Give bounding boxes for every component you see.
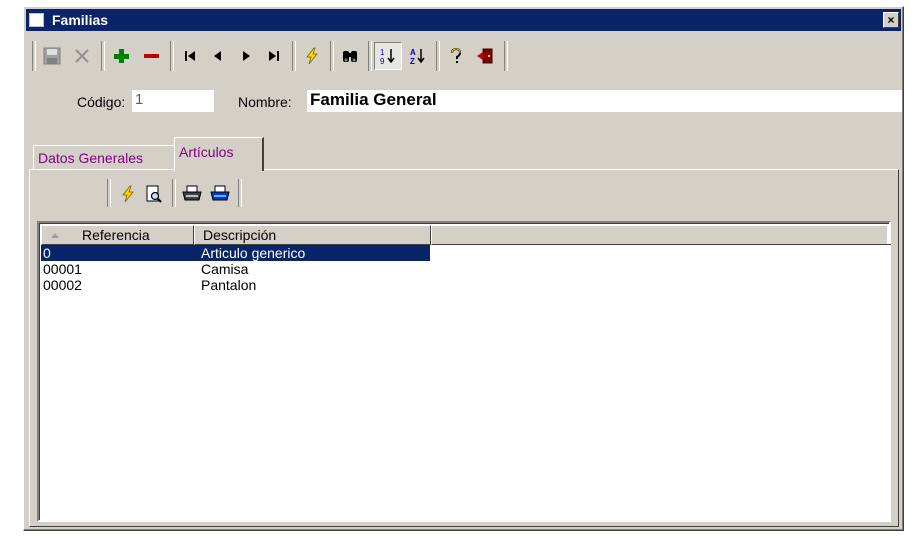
- next-record-button[interactable]: [232, 42, 260, 70]
- cell-descripcion: Camisa: [201, 261, 249, 277]
- print-setup-button[interactable]: [206, 180, 234, 208]
- previous-record-button[interactable]: [204, 42, 232, 70]
- cell-referencia: 00002: [43, 277, 82, 293]
- svg-text:1: 1: [380, 48, 385, 57]
- sort-ascending-icon: [51, 233, 59, 238]
- printer-color-icon: [210, 185, 230, 201]
- lightning-icon: [122, 185, 134, 203]
- sort-alpha-button[interactable]: A Z: [404, 42, 432, 70]
- articulos-list[interactable]: Referencia Descripción 0 Articulo generi…: [37, 221, 891, 522]
- last-record-button[interactable]: [260, 42, 288, 70]
- column-label: Referencia: [82, 227, 150, 243]
- main-toolbar: 1 9 A Z: [26, 33, 901, 79]
- lightning-icon: [306, 47, 318, 65]
- toolbar-separator: [170, 41, 174, 71]
- sort-numeric-button[interactable]: 1 9: [374, 42, 402, 70]
- window-title: Familias: [52, 12, 109, 28]
- column-label: Descripción: [203, 227, 277, 243]
- title-bar[interactable]: Familias ×: [26, 9, 901, 31]
- first-record-icon: [185, 51, 195, 61]
- toolbar-separator: [32, 41, 36, 71]
- codigo-label: Código:: [77, 94, 126, 110]
- sort-alpha-icon: A Z: [410, 48, 425, 66]
- save-icon: [43, 47, 61, 65]
- toolbar-separator: [107, 179, 111, 207]
- toolbar-separator: [436, 41, 440, 71]
- first-record-button[interactable]: [176, 42, 204, 70]
- column-header-empty: [431, 225, 891, 245]
- help-button[interactable]: [442, 42, 470, 70]
- binoculars-icon: [343, 51, 357, 62]
- svg-text:9: 9: [380, 57, 385, 66]
- tab-articulos[interactable]: Artículos: [174, 137, 264, 171]
- svg-text:Z: Z: [410, 57, 415, 66]
- toolbar-separator: [101, 41, 105, 71]
- codigo-field[interactable]: 1: [132, 90, 214, 112]
- column-header-descripcion[interactable]: Descripción: [194, 225, 431, 245]
- lightning-button[interactable]: [298, 42, 326, 70]
- cancel-icon: [75, 49, 89, 63]
- cancel-button[interactable]: [68, 42, 96, 70]
- previous-record-icon: [214, 51, 221, 61]
- sort-numeric-icon: 1 9: [380, 48, 395, 66]
- table-row[interactable]: 00001 Camisa: [41, 261, 891, 277]
- toolbar-separator: [504, 41, 508, 71]
- exit-icon: [477, 48, 493, 64]
- column-header-referencia[interactable]: Referencia: [41, 225, 194, 245]
- add-button[interactable]: [107, 42, 135, 70]
- add-icon: [114, 49, 129, 63]
- print-preview-icon: [146, 185, 162, 203]
- list-header: Referencia Descripción: [41, 225, 891, 245]
- toolbar-separator: [172, 179, 176, 207]
- cell-descripcion: Pantalon: [201, 277, 257, 293]
- svg-text:A: A: [410, 48, 416, 57]
- lightning-button[interactable]: [114, 180, 142, 208]
- close-button[interactable]: ×: [883, 12, 899, 28]
- table-row[interactable]: 0 Articulo generico: [41, 245, 891, 261]
- delete-button[interactable]: [137, 42, 165, 70]
- toolbar-separator: [238, 179, 242, 207]
- exit-button[interactable]: [472, 42, 500, 70]
- familias-window: Familias × 1 9 A Z Código: 1 Nombre: Fam…: [23, 6, 904, 531]
- printer-icon: [182, 185, 202, 201]
- save-button[interactable]: [38, 42, 66, 70]
- next-record-icon: [243, 51, 250, 61]
- cell-referencia: 00001: [43, 261, 82, 277]
- window-icon: [29, 13, 44, 27]
- nombre-field[interactable]: Familia General: [307, 90, 902, 112]
- toolbar-separator: [368, 41, 372, 71]
- cell-descripcion: Articulo generico: [201, 245, 306, 261]
- search-button[interactable]: [336, 42, 364, 70]
- cell-referencia: 0: [43, 245, 51, 261]
- nombre-label: Nombre:: [238, 94, 292, 110]
- last-record-icon: [269, 51, 279, 61]
- toolbar-separator: [292, 41, 296, 71]
- toolbar-separator: [330, 41, 334, 71]
- delete-icon: [144, 54, 159, 58]
- print-button[interactable]: [178, 180, 206, 208]
- preview-button[interactable]: [140, 180, 168, 208]
- tab-datos-generales[interactable]: Datos Generales: [33, 145, 175, 169]
- help-icon: [451, 47, 462, 63]
- table-row[interactable]: 00002 Pantalon: [41, 277, 891, 293]
